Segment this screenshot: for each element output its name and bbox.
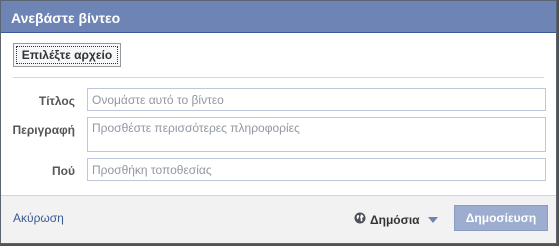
dialog-titlebar: Ανεβάστε βίντεο [1,1,556,33]
privacy-label: Δημόσια [370,212,420,227]
caret-down-icon [427,216,438,223]
title-input[interactable] [87,88,546,111]
location-input[interactable] [87,158,546,181]
description-label: Περιγραφή [12,123,75,137]
location-label: Πού [52,164,75,178]
divider [13,77,544,78]
dialog-title: Ανεβάστε βίντεο [11,10,121,26]
cancel-link[interactable]: Ακύρωση [13,211,64,225]
description-input[interactable] [87,117,546,152]
title-label: Τίτλος [38,94,75,108]
globe-icon [354,212,366,227]
dialog-footer: Ακύρωση Δημόσια Δημοσίευση [1,195,556,243]
publish-button[interactable]: Δημοσίευση [454,205,548,231]
privacy-selector[interactable]: Δημόσια [354,212,438,227]
upload-video-dialog: Ανεβάστε βίντεο Επιλέξτε αρχείο Τίτλος Π… [0,0,557,244]
choose-file-button[interactable]: Επιλέξτε αρχείο [13,43,121,67]
